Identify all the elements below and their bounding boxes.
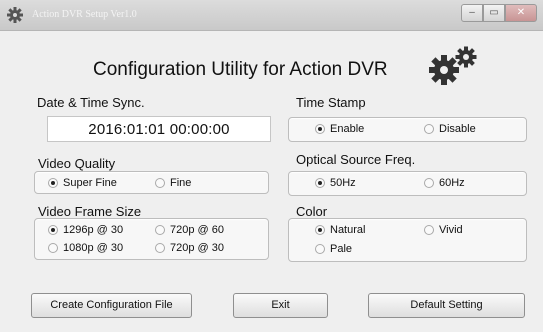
- page-title: Configuration Utility for Action DVR: [93, 59, 388, 80]
- radio-label: 1296p @ 30: [63, 224, 124, 236]
- optical-source-freq-label: Optical Source Freq.: [296, 152, 416, 167]
- radio-dot: [424, 178, 434, 188]
- window-controls: – ▭ ✕: [461, 4, 537, 22]
- radio-label: Disable: [439, 123, 476, 135]
- video-quality-label: Video Quality: [38, 156, 116, 171]
- radio-label: Vivid: [439, 224, 463, 236]
- radio-dot: [315, 225, 325, 235]
- radio-vivid[interactable]: Vivid: [424, 224, 463, 236]
- radio-label: 720p @ 60: [170, 224, 224, 236]
- close-button[interactable]: ✕: [505, 4, 537, 22]
- radio-dot: [48, 243, 58, 253]
- exit-button[interactable]: Exit: [233, 293, 328, 318]
- radio-label: 720p @ 30: [170, 242, 224, 254]
- datetime-label: Date & Time Sync.: [37, 95, 145, 110]
- radio-label: Enable: [330, 123, 365, 135]
- radio-label: 60Hz: [439, 177, 465, 189]
- radio-disable[interactable]: Disable: [424, 123, 476, 135]
- radio-label: 1080p @ 30: [63, 242, 124, 254]
- radio-label: 50Hz: [330, 177, 356, 189]
- radio-dot: [48, 225, 58, 235]
- gears-icon: [424, 46, 482, 86]
- radio-fine[interactable]: Fine: [155, 177, 191, 189]
- radio-dot: [315, 244, 325, 254]
- radio-label: Pale: [330, 243, 353, 255]
- radio-dot: [424, 124, 434, 134]
- video-frame-size-label: Video Frame Size: [38, 204, 142, 219]
- radio-label: Super Fine: [63, 177, 117, 189]
- radio-super-fine[interactable]: Super Fine: [48, 177, 117, 189]
- radio-natural[interactable]: Natural: [315, 224, 365, 236]
- radio-1296p-30[interactable]: 1296p @ 30: [48, 224, 123, 236]
- radio-pale[interactable]: Pale: [315, 243, 352, 255]
- color-label: Color: [296, 204, 328, 219]
- minimize-button[interactable]: –: [461, 4, 483, 22]
- radio-1080p-30[interactable]: 1080p @ 30: [48, 242, 123, 254]
- datetime-field[interactable]: 2016:01:01 00:00:00: [47, 116, 271, 142]
- radio-720p-60[interactable]: 720p @ 60: [155, 224, 224, 236]
- radio-dot: [155, 225, 165, 235]
- radio-720p-30[interactable]: 720p @ 30: [155, 242, 224, 254]
- gear-icon: [6, 6, 24, 24]
- radio-60hz[interactable]: 60Hz: [424, 177, 465, 189]
- title-bar: Action DVR Setup Ver1.0 – ▭ ✕: [0, 0, 543, 31]
- radio-50hz[interactable]: 50Hz: [315, 177, 356, 189]
- radio-label: Fine: [170, 177, 192, 189]
- radio-enable[interactable]: Enable: [315, 123, 364, 135]
- create-configuration-file-button[interactable]: Create Configuration File: [31, 293, 192, 318]
- window-title: Action DVR Setup Ver1.0: [32, 9, 137, 20]
- default-setting-button[interactable]: Default Setting: [368, 293, 525, 318]
- radio-dot: [155, 178, 165, 188]
- radio-dot: [315, 124, 325, 134]
- radio-dot: [315, 178, 325, 188]
- time-stamp-label: Time Stamp: [296, 95, 366, 110]
- radio-label: Natural: [330, 224, 366, 236]
- radio-dot: [48, 178, 58, 188]
- radio-dot: [424, 225, 434, 235]
- radio-dot: [155, 243, 165, 253]
- maximize-button[interactable]: ▭: [483, 4, 505, 22]
